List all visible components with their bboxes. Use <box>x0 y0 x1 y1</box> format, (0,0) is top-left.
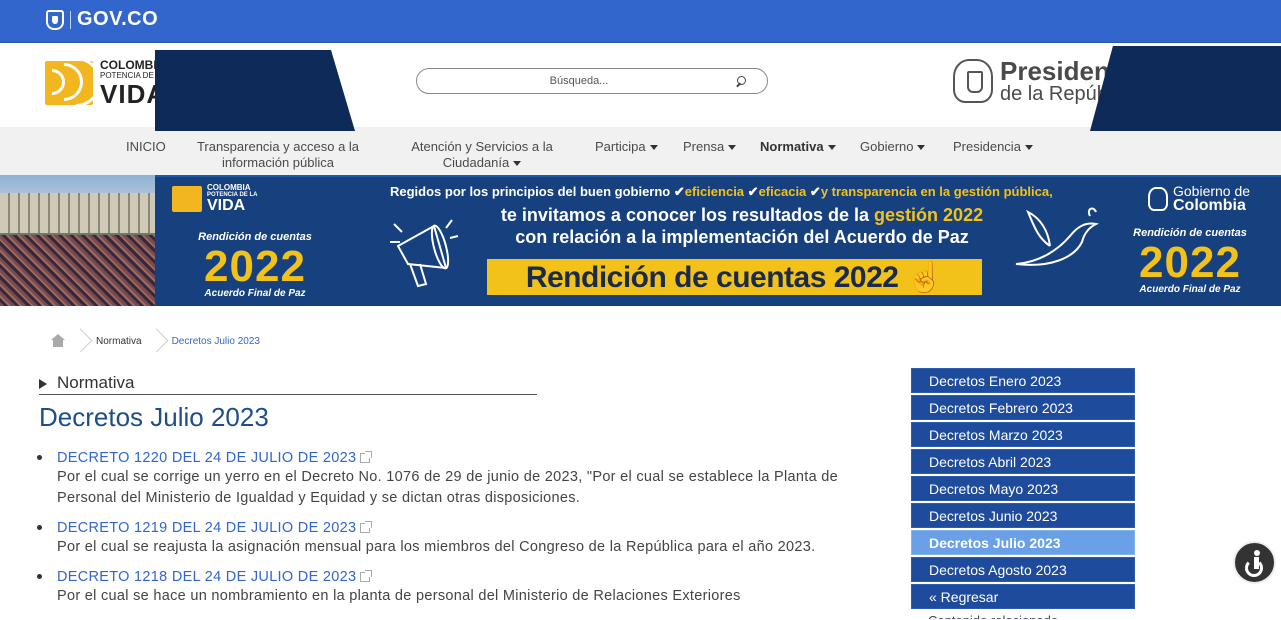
gobierno-line1: Gobierno de <box>1173 183 1251 199</box>
banner-rendicion-left: Rendición de cuentas 2022 Acuerdo Final … <box>190 232 320 299</box>
check-icon: ✔ <box>809 184 821 199</box>
bullet <box>37 574 42 579</box>
chevron-down-icon <box>728 145 737 151</box>
chevron-down-icon <box>649 145 658 151</box>
nav-item-gobierno[interactable]: Gobierno <box>860 139 926 155</box>
banner-left-panel <box>155 50 355 131</box>
logo-separator <box>70 10 71 29</box>
section-label: Normativa <box>57 372 135 392</box>
decree-description: Por el cual se corrige un yerro en el De… <box>57 469 839 506</box>
decree-link[interactable]: DECRETO 1219 DEL 24 DE JULIO DE 2023 <box>57 520 356 536</box>
chevron-down-icon <box>917 145 926 151</box>
breadcrumb-separator <box>150 328 164 354</box>
banner-rendicion-right: Rendición de cuentas 2022 Acuerdo Final … <box>1125 228 1255 295</box>
banner-headline: Regidos por los principios del buen gobi… <box>390 184 1053 199</box>
main-nav: INICIO Transparencia y acceso a la infor… <box>0 127 1281 175</box>
nav-item-participa[interactable]: Participa <box>595 139 658 155</box>
list-item: DECRETO 1219 DEL 24 DE JULIO DE 2023 Por… <box>37 519 847 558</box>
breadcrumb-separator <box>74 328 88 354</box>
accessibility-button[interactable] <box>1233 541 1276 584</box>
triangle-right-icon <box>39 378 47 389</box>
banner-brand-line3: VIDA <box>207 197 246 214</box>
acuerdo-label: Acuerdo Final de Paz <box>1139 284 1241 295</box>
sidebar-item-regresar[interactable]: « Regresar <box>911 584 1135 609</box>
search-input[interactable] <box>429 72 729 90</box>
colombia-potencia-logo[interactable]: COLOMBIA POTENCIA DE LA VIDA <box>45 59 166 107</box>
sidebar-item-julio[interactable]: Decretos Julio 2023 <box>911 530 1135 555</box>
breadcrumb-normativa[interactable]: Normativa <box>96 336 142 347</box>
peace-dove-icon <box>1015 207 1100 266</box>
sidebar-item-marzo[interactable]: Decretos Marzo 2023 <box>911 422 1135 447</box>
rendicion-year: 2022 <box>204 242 306 291</box>
sidebar-item-febrero[interactable]: Decretos Febrero 2023 <box>911 395 1135 420</box>
bullet <box>37 455 42 460</box>
list-item: DECRETO 1218 DEL 24 DE JULIO DE 2023 Por… <box>37 568 847 607</box>
colombia-shield-icon <box>46 9 64 30</box>
govco-logo-text: GOV.CO <box>77 8 159 30</box>
search-icon[interactable] <box>735 75 748 88</box>
acuerdo-label: Acuerdo Final de Paz <box>204 288 306 299</box>
bullet <box>37 525 42 530</box>
sound-wave-icon <box>45 61 93 105</box>
home-icon[interactable] <box>50 334 66 348</box>
gobierno-line2: Colombia <box>1173 197 1246 214</box>
list-item: DECRETO 1220 DEL 24 DE JULIO DE 2023 Por… <box>37 449 847 509</box>
govco-bar: GOV.CO <box>0 0 1281 43</box>
search-box[interactable] <box>416 68 768 94</box>
sound-wave-icon <box>172 186 202 212</box>
banner-subheadline: te invitamos a conocer los resultados de… <box>500 205 984 247</box>
external-link-icon <box>360 521 373 533</box>
govco-logo[interactable]: GOV.CO <box>46 8 158 31</box>
decree-list: DECRETO 1220 DEL 24 DE JULIO DE 2023 Por… <box>37 449 847 617</box>
chevron-down-icon <box>513 161 522 167</box>
nav-item-atencion[interactable]: Atención y Servicios a la Ciudadanía <box>395 139 569 171</box>
check-icon: ✔ <box>673 184 685 199</box>
chevron-down-icon <box>827 145 836 151</box>
sidebar-item-junio[interactable]: Decretos Junio 2023 <box>911 503 1135 528</box>
coat-of-arms-icon <box>953 59 993 103</box>
section-toggle[interactable]: Normativa <box>39 371 537 395</box>
chevron-down-icon <box>1024 145 1033 151</box>
nav-item-transparencia[interactable]: Transparencia y acceso a la información … <box>184 139 372 171</box>
page-title: Decretos Julio 2023 <box>39 402 269 432</box>
external-link-icon <box>360 451 373 463</box>
rendicion-cta-button[interactable]: Rendición de cuentas 2022 ☝ <box>487 259 982 295</box>
sidebar-truncated-item: Contenido relacionado <box>911 611 1135 619</box>
banner-brand-logo: COLOMBIA POTENCIA DE LA VIDA <box>172 184 257 214</box>
sidebar-item-abril[interactable]: Decretos Abril 2023 <box>911 449 1135 474</box>
nav-item-normativa[interactable]: Normativa <box>760 139 836 155</box>
sidebar-item-agosto[interactable]: Decretos Agosto 2023 <box>911 557 1135 582</box>
nav-item-inicio[interactable]: INICIO <box>126 139 166 155</box>
sidebar-item-enero[interactable]: Decretos Enero 2023 <box>911 368 1135 393</box>
external-link-icon <box>360 570 373 582</box>
banner-right-panel <box>1090 46 1281 131</box>
decree-description: Por el cual se hace un nombramiento en l… <box>57 588 741 604</box>
check-icon: ✔ <box>747 184 759 199</box>
megaphone-icon <box>390 219 459 288</box>
nav-item-presidencia[interactable]: Presidencia <box>953 139 1033 155</box>
breadcrumb-current[interactable]: Decretos Julio 2023 <box>172 336 260 347</box>
sidebar-menu: Decretos Enero 2023 Decretos Febrero 202… <box>911 368 1135 619</box>
accessibility-icon <box>1254 550 1260 556</box>
decree-link[interactable]: DECRETO 1220 DEL 24 DE JULIO DE 2023 <box>57 450 356 466</box>
rendicion-year: 2022 <box>1139 238 1241 287</box>
decree-link[interactable]: DECRETO 1218 DEL 24 DE JULIO DE 2023 <box>57 569 356 585</box>
decree-description: Por el cual se reajusta la asignación me… <box>57 539 816 555</box>
banner-brand-line1: COLOMBIA <box>207 183 251 192</box>
plaza-bolivar-photo <box>0 175 155 306</box>
sidebar-item-mayo[interactable]: Decretos Mayo 2023 <box>911 476 1135 501</box>
pointer-hand-icon: ☝ <box>906 261 944 294</box>
gobierno-colombia-logo: Gobierno de Colombia <box>1148 184 1250 214</box>
breadcrumb: Normativa Decretos Julio 2023 <box>40 328 260 354</box>
coat-of-arms-icon <box>1148 187 1168 211</box>
nav-item-prensa[interactable]: Prensa <box>683 139 737 155</box>
